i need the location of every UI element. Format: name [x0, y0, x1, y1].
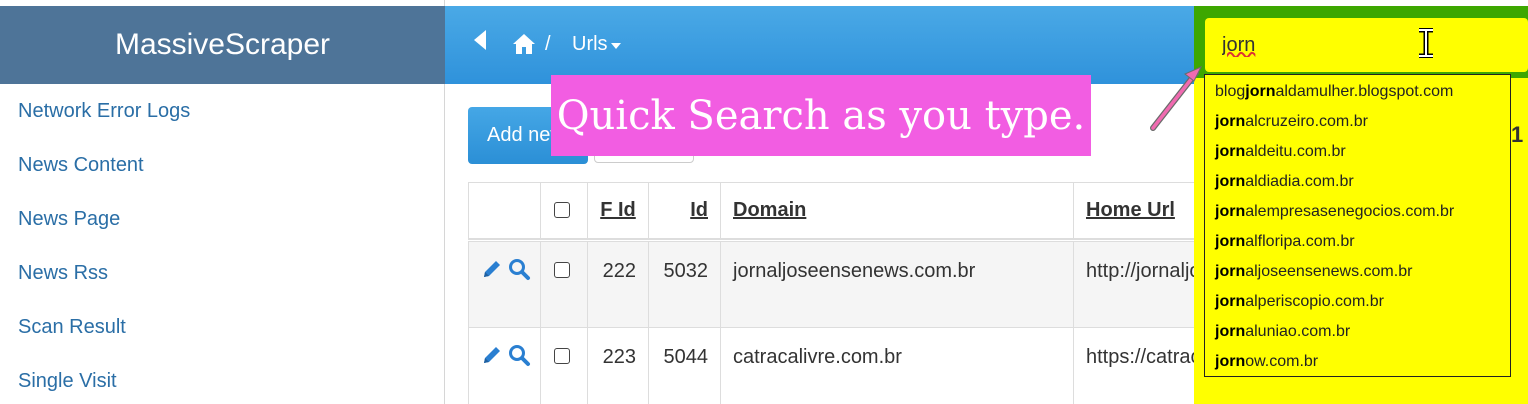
suggestion-match: jorn: [1245, 83, 1276, 100]
search-magnifier-icon[interactable]: [507, 257, 531, 281]
sidebar-nav: Network Error Logs News Content News Pag…: [0, 84, 444, 404]
suggestion-item[interactable]: blogjornaldamulher.blogspot.com: [1205, 77, 1510, 107]
fid-value: 222: [602, 260, 636, 282]
cell-home-url: http://jornaljoseensenews.com.br: [1074, 242, 1194, 327]
header-home-url[interactable]: Home Url: [1074, 183, 1194, 238]
suggestion-suffix: aldamulher.blogspot.com: [1275, 83, 1454, 100]
suggestion-suffix: alcruzeiro.com.br: [1245, 113, 1368, 130]
suggestion-suffix: aljoseensenews.com.br: [1245, 263, 1413, 280]
breadcrumb-urls-dropdown[interactable]: Urls: [572, 33, 621, 56]
suggestion-suffix: aldeitu.com.br: [1245, 143, 1346, 160]
sidebar-item-single-visit[interactable]: Single Visit: [0, 354, 444, 404]
suggestion-suffix: alperiscopio.com.br: [1245, 293, 1384, 310]
search-suggestions-dropdown: blogjornaldamulher.blogspot.com jornalcr…: [1204, 74, 1511, 377]
row-select-cell: [541, 328, 588, 404]
pointer-arrow-icon: [1150, 65, 1203, 131]
header-select-cell: [541, 183, 588, 238]
suggestion-match: jorn: [1215, 173, 1246, 190]
sidebar: MassiveScraper Network Error Logs News C…: [0, 0, 445, 404]
edit-pencil-icon[interactable]: [481, 344, 503, 366]
table-header-row: F Id Id Domain Home Url: [468, 182, 1194, 240]
fid-value: 223: [602, 346, 636, 368]
suggestion-suffix: ow.com.br: [1245, 353, 1319, 370]
row-select-cell: [541, 242, 588, 327]
id-value: 5044: [663, 346, 709, 368]
select-all-checkbox[interactable]: [554, 202, 570, 218]
sidebar-item-news-rss[interactable]: News Rss: [0, 246, 444, 300]
back-icon[interactable]: [474, 30, 486, 50]
domain-value: catracalivre.com.br: [733, 346, 902, 368]
row-checkbox[interactable]: [554, 262, 570, 278]
id-value: 5032: [663, 260, 709, 282]
home-url-value: https://catracalivre.com.br: [1086, 346, 1194, 368]
header-fid[interactable]: F Id: [588, 183, 649, 238]
cell-id: 5044: [649, 328, 721, 404]
search-magnifier-icon[interactable]: [507, 343, 531, 367]
suggestion-match: jorn: [1215, 233, 1246, 250]
edit-pencil-icon[interactable]: [481, 258, 503, 280]
header-id[interactable]: Id: [649, 183, 721, 238]
suggestion-match: jorn: [1215, 353, 1246, 370]
suggestion-suffix: aluniao.com.br: [1245, 323, 1351, 340]
header-domain[interactable]: Domain: [721, 183, 1074, 238]
quick-search-callout: Quick Search as you type.: [551, 75, 1091, 156]
sidebar-item-network-error-logs[interactable]: Network Error Logs: [0, 84, 444, 138]
caret-down-icon: [610, 43, 621, 49]
sidebar-item-news-content[interactable]: News Content: [0, 138, 444, 192]
suggestion-item[interactable]: jornaldiadia.com.br: [1205, 167, 1510, 197]
header-actions-cell: [468, 183, 541, 238]
home-icon[interactable]: [512, 33, 536, 55]
table-row: 222 5032 jornaljoseensenews.com.br http:…: [468, 241, 1194, 327]
cell-fid: 222: [588, 242, 649, 327]
row-actions-cell: [468, 328, 541, 404]
suggestion-item[interactable]: jornalperiscopio.com.br: [1205, 287, 1510, 317]
suggestion-item[interactable]: jornaljoseensenews.com.br: [1205, 257, 1510, 287]
row-checkbox[interactable]: [554, 348, 570, 364]
cell-id: 5032: [649, 242, 721, 327]
suggestion-item[interactable]: jornalfloripa.com.br: [1205, 227, 1510, 257]
suggestion-match: jorn: [1215, 263, 1246, 280]
table-row: 223 5044 catracalivre.com.br https://cat…: [468, 327, 1194, 404]
cell-domain: catracalivre.com.br: [721, 328, 1074, 404]
suggestion-suffix: alfloripa.com.br: [1245, 233, 1355, 250]
app-root: MassiveScraper Network Error Logs News C…: [0, 0, 1528, 404]
suggestion-suffix: aldiadia.com.br: [1245, 173, 1354, 190]
row-actions-cell: [468, 242, 541, 327]
domain-value: jornaljoseensenews.com.br: [733, 260, 976, 282]
cell-domain: jornaljoseensenews.com.br: [721, 242, 1074, 327]
suggestion-item[interactable]: jornaluniao.com.br: [1205, 317, 1510, 347]
breadcrumb-separator: /: [545, 33, 551, 55]
quick-search-input[interactable]: [1205, 18, 1528, 72]
breadcrumb-current: Urls: [572, 33, 608, 55]
sidebar-item-news-page[interactable]: News Page: [0, 192, 444, 246]
app-brand[interactable]: MassiveScraper: [0, 6, 445, 84]
suggestion-item[interactable]: jornalcruzeiro.com.br: [1205, 107, 1510, 137]
cell-home-url: https://catracalivre.com.br: [1074, 328, 1194, 404]
home-url-value: http://jornaljoseensenews.com.br: [1086, 260, 1194, 282]
suggestion-item[interactable]: jornaldeitu.com.br: [1205, 137, 1510, 167]
suggestion-match: jorn: [1215, 143, 1246, 160]
text-cursor-icon: [1419, 28, 1433, 58]
suggestion-item[interactable]: jornalempresasenegocios.com.br: [1205, 197, 1510, 227]
suggestion-match: jorn: [1215, 293, 1246, 310]
record-count-fragment: 1: [1511, 122, 1524, 147]
sidebar-item-scan-result[interactable]: Scan Result: [0, 300, 444, 354]
suggestion-suffix: alempresasenegocios.com.br: [1245, 203, 1455, 220]
suggestion-match: jorn: [1215, 203, 1246, 220]
suggestion-match: jorn: [1215, 323, 1246, 340]
cell-fid: 223: [588, 328, 649, 404]
suggestion-item[interactable]: jornow.com.br: [1205, 347, 1510, 377]
